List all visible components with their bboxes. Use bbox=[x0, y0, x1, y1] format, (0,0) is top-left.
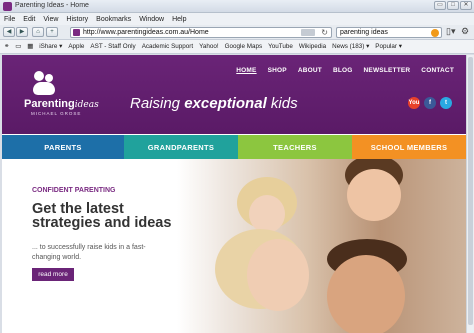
site-favicon-icon bbox=[3, 2, 12, 11]
page-menu-icon[interactable]: ▯▾ bbox=[446, 26, 455, 37]
refresh-icon[interactable]: ↻ bbox=[321, 28, 328, 37]
logo-icon[interactable] bbox=[32, 71, 58, 97]
read-more-button[interactable]: read more bbox=[32, 268, 74, 281]
tagline-pre: Raising bbox=[130, 95, 185, 112]
hero-subtext: ... to successfully raise kids in a fast… bbox=[32, 244, 146, 261]
site-tagline: Raising exceptional kids bbox=[130, 95, 298, 112]
bookmark-yahoo[interactable]: Yahoo! bbox=[199, 43, 219, 50]
web-page: HOME SHOP ABOUT BLOG NEWSLETTER CONTACT … bbox=[2, 55, 466, 333]
logo-main: Parenting bbox=[24, 98, 75, 110]
bookmark-news[interactable]: News (183) ▾ bbox=[332, 43, 369, 50]
bookmark-academic-support[interactable]: Academic Support bbox=[142, 43, 193, 50]
tab-parents[interactable]: PARENTS bbox=[2, 135, 124, 159]
twitter-icon[interactable]: t bbox=[440, 97, 452, 109]
hero-banner: CONFIDENT PARENTING Get the latest strat… bbox=[2, 159, 466, 333]
nav-shop[interactable]: SHOP bbox=[268, 67, 287, 74]
vertical-scrollbar[interactable] bbox=[466, 55, 474, 333]
search-query[interactable]: parenting ideas bbox=[340, 29, 388, 36]
gear-icon[interactable]: ⚙ bbox=[461, 26, 469, 37]
add-bookmark-button[interactable]: + bbox=[46, 27, 58, 37]
window-title: Parenting Ideas - Home bbox=[15, 2, 89, 9]
address-bar[interactable]: http://www.parentingideas.com.au/Home ↻ bbox=[70, 27, 332, 38]
tagline-post: kids bbox=[266, 95, 298, 112]
navigation-toolbar: ◀ ▶ ⌂ + http://www.parentingideas.com.au… bbox=[0, 25, 474, 40]
bookmark-ast-staff[interactable]: AST - Staff Only bbox=[90, 43, 135, 50]
menu-edit[interactable]: Edit bbox=[23, 16, 35, 23]
search-field[interactable]: parenting ideas bbox=[336, 27, 442, 38]
reader-icon[interactable]: ⚭ bbox=[4, 43, 9, 50]
nav-blog[interactable]: BLOG bbox=[333, 67, 353, 74]
bookmarks-bar: ⚭ ▭ ▦ iShare ▾ Apple AST - Staff Only Ac… bbox=[0, 40, 474, 54]
menu-bookmarks[interactable]: Bookmarks bbox=[96, 16, 131, 23]
bookmark-ishare[interactable]: iShare ▾ bbox=[39, 43, 62, 50]
menu-file[interactable]: File bbox=[4, 16, 15, 23]
home-button[interactable]: ⌂ bbox=[32, 27, 44, 37]
close-button[interactable]: ✕ bbox=[460, 1, 472, 10]
menu-history[interactable]: History bbox=[66, 16, 88, 23]
minimize-button[interactable]: ▭ bbox=[434, 1, 446, 10]
bookmark-apple[interactable]: Apple bbox=[68, 43, 84, 50]
audience-tabs: PARENTS GRANDPARENTS TEACHERS SCHOOL MEM… bbox=[2, 135, 466, 159]
site-icon bbox=[73, 29, 80, 36]
site-header: HOME SHOP ABOUT BLOG NEWSLETTER CONTACT … bbox=[2, 55, 466, 134]
nav-about[interactable]: ABOUT bbox=[298, 67, 322, 74]
nav-newsletter[interactable]: NEWSLETTER bbox=[364, 67, 411, 74]
rss-icon[interactable] bbox=[301, 29, 315, 36]
url-text[interactable]: http://www.parentingideas.com.au/Home bbox=[83, 29, 209, 36]
window-titlebar: Parenting Ideas - Home ▭ □ ✕ bbox=[0, 0, 474, 13]
social-links: You f t bbox=[408, 97, 452, 109]
forward-button[interactable]: ▶ bbox=[16, 27, 28, 37]
tab-grandparents[interactable]: GRANDPARENTS bbox=[124, 135, 238, 159]
youtube-icon[interactable]: You bbox=[408, 97, 420, 109]
bookmark-wikipedia[interactable]: Wikipedia bbox=[299, 43, 326, 50]
menu-help[interactable]: Help bbox=[172, 16, 186, 23]
open-book-icon[interactable]: ▭ bbox=[15, 43, 21, 50]
bookmark-google-maps[interactable]: Google Maps bbox=[225, 43, 262, 50]
hero-kicker: CONFIDENT PARENTING bbox=[32, 187, 116, 194]
grid-icon[interactable]: ▦ bbox=[27, 43, 33, 50]
back-button[interactable]: ◀ bbox=[3, 27, 15, 37]
tab-school-members[interactable]: SCHOOL MEMBERS bbox=[352, 135, 466, 159]
scrollbar-thumb[interactable] bbox=[468, 57, 473, 325]
menu-bar: File Edit View History Bookmarks Window … bbox=[0, 13, 474, 25]
maximize-button[interactable]: □ bbox=[447, 1, 459, 10]
tagline-bold: exceptional bbox=[184, 95, 267, 112]
tab-teachers[interactable]: TEACHERS bbox=[238, 135, 352, 159]
site-top-nav: HOME SHOP ABOUT BLOG NEWSLETTER CONTACT bbox=[236, 67, 454, 74]
bookmark-popular[interactable]: Popular ▾ bbox=[375, 43, 402, 50]
facebook-icon[interactable]: f bbox=[424, 97, 436, 109]
logo-wordmark[interactable]: Parentingideas bbox=[24, 98, 99, 110]
menu-view[interactable]: View bbox=[43, 16, 58, 23]
menu-window[interactable]: Window bbox=[139, 16, 164, 23]
logo-italic: ideas bbox=[74, 100, 99, 110]
bookmark-youtube[interactable]: YouTube bbox=[268, 43, 293, 50]
nav-contact[interactable]: CONTACT bbox=[421, 67, 454, 74]
logo-subtitle: MICHAEL GROSE bbox=[31, 111, 82, 116]
nav-home[interactable]: HOME bbox=[236, 67, 256, 74]
search-go-icon[interactable] bbox=[431, 29, 439, 37]
family-photo bbox=[177, 159, 466, 333]
hero-headline: Get the latest strategies and ideas bbox=[32, 201, 172, 231]
